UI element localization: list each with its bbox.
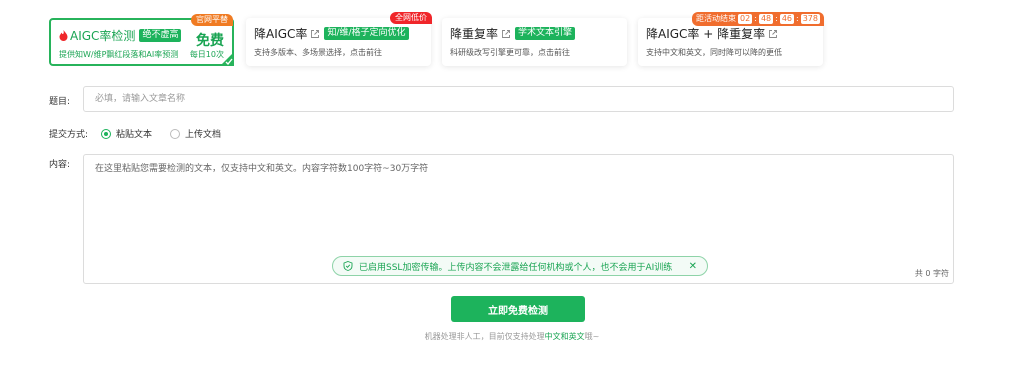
- card-desc: 支持多版本、多场景选择，点击前往: [254, 48, 382, 57]
- countdown-badge: 距活动结束 02 : 48 : 46 : 378: [692, 12, 824, 26]
- title-label: 题目:: [49, 97, 71, 107]
- card-reduce-dup[interactable]: 降重复率 学术文本引擎 科研级改写引擎更可靠，点击前往: [442, 18, 627, 66]
- countdown-minutes: 48: [758, 14, 774, 24]
- free-label: 免费: [196, 33, 224, 49]
- selected-check-icon: [220, 52, 234, 66]
- countdown-hours: 02: [738, 14, 753, 24]
- external-link-icon: [769, 29, 778, 38]
- method-label: 提交方式:: [49, 130, 89, 140]
- ssl-notice: 已启用SSL加密传输。上传内容不会泄露给任何机构或个人，也不会用于AI训练 ✕: [332, 256, 708, 276]
- ssl-notice-text: 已启用SSL加密传输。上传内容不会泄露给任何机构或个人，也不会用于AI训练: [359, 262, 673, 273]
- close-icon[interactable]: ✕: [689, 261, 697, 272]
- card-reduce-aigc[interactable]: 全网低价 降AIGC率 知/维/格子定向优化 支持多版本、多场景选择，点击前往: [246, 12, 432, 66]
- ribbon-badge: 全网低价: [390, 12, 432, 24]
- shield-check-icon: [343, 261, 353, 271]
- content-label: 内容:: [49, 160, 71, 170]
- ribbon-badge: 官网平替: [191, 14, 233, 26]
- countdown-ms: 378: [800, 14, 820, 24]
- card-title: 降AIGC率 + 降重复率: [646, 27, 766, 41]
- external-link-icon: [311, 29, 320, 38]
- countdown-seconds: 46: [779, 14, 795, 24]
- fire-icon: [59, 30, 68, 41]
- daily-limit: 每日10次: [189, 50, 224, 59]
- card-tag: 学术文本引擎: [515, 27, 576, 40]
- method-radio-group: 粘贴文本 上传文档: [101, 127, 239, 140]
- card-tag: 知/维/格子定向优化: [324, 27, 409, 40]
- radio-checked-icon: [101, 128, 111, 139]
- submit-button[interactable]: 立即免费检测: [451, 296, 585, 322]
- card-reduce-both[interactable]: 距活动结束 02 : 48 : 46 : 378 降AIGC率 + 降重复率 支…: [638, 12, 824, 66]
- title-input[interactable]: [83, 86, 954, 112]
- card-title: AIGC率检测: [70, 29, 136, 43]
- radio-label: 上传文档: [185, 130, 222, 140]
- card-title: 降重复率: [450, 27, 499, 41]
- card-desc: 提供知W/维P飘红段落和AI率预测: [59, 50, 179, 59]
- char-count: 共 0 字符: [914, 269, 949, 278]
- footer-note: 机器处理非人工，目前仅支持处理中文和英文哦~: [424, 332, 600, 341]
- card-tag: 绝不虚高: [139, 29, 182, 42]
- radio-label: 粘贴文本: [116, 130, 153, 140]
- content-box: 已启用SSL加密传输。上传内容不会泄露给任何机构或个人，也不会用于AI训练 ✕ …: [83, 154, 954, 284]
- radio-unchecked-icon: [170, 128, 181, 139]
- radio-paste-text[interactable]: 粘贴文本: [101, 127, 152, 140]
- card-desc: 科研级改写引擎更可靠，点击前往: [450, 48, 570, 57]
- radio-upload-doc[interactable]: 上传文档: [170, 127, 221, 140]
- card-aigc-detect[interactable]: 官网平替 AIGC率检测 绝不虚高 提供知W/维P飘红段落和AI率预测 免费 每…: [49, 14, 234, 66]
- countdown-label: 距活动结束: [696, 14, 737, 23]
- external-link-icon: [502, 29, 510, 38]
- card-desc: 支持中文和英文，同时降可以降的更低: [646, 48, 782, 57]
- card-title: 降AIGC率: [254, 27, 308, 41]
